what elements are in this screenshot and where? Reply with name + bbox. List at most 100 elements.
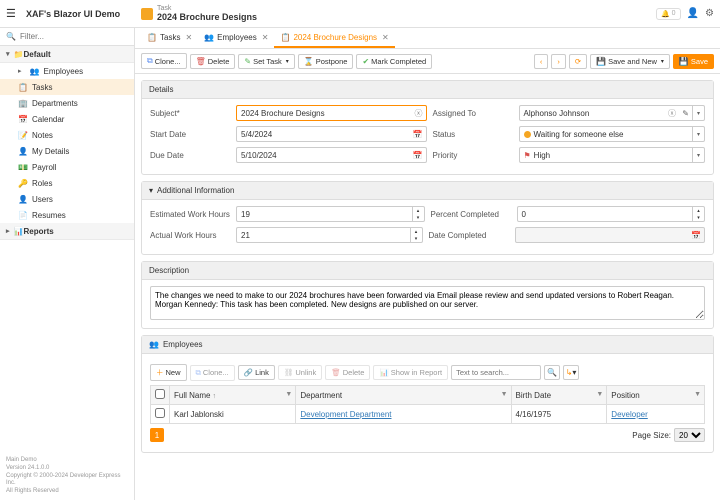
col-fullname[interactable]: Full Name↑▼ [170,386,296,405]
spinner[interactable]: ▴▾ [412,207,424,221]
act-hours-field[interactable]: 21▴▾ [236,227,423,243]
priority-field[interactable]: ⚑High▾ [519,147,706,163]
table-row[interactable]: Karl Jablonski Development Department 4/… [151,405,705,424]
pagesize-select[interactable]: 20 [674,428,705,442]
main-content: 📋Tasks✕ 👥Employees✕ 📋2024 Brochure Desig… [135,28,720,500]
employees-table: Full Name↑▼ Department▼ Birth Date▼ Posi… [150,385,705,424]
subject-field[interactable]: 2024 Brochure Designsⓧ [236,105,427,121]
description-textarea[interactable] [150,286,705,320]
filter-icon[interactable]: ▼ [285,391,292,398]
spinner[interactable]: ▴▾ [692,207,704,221]
edit-icon[interactable]: ✎ [679,109,692,118]
nav-item-tasks[interactable]: 📋Tasks [0,79,134,95]
startdate-field[interactable]: 5/4/2024📅 [236,126,427,142]
emp-export-button[interactable]: ↳▾ [563,365,579,380]
nav-item-mydetails[interactable]: 👤My Details [0,143,134,159]
action-toolbar: ⧉Clone... 🗑Delete ✎Set Task▾ ⌛Postpone ✔… [135,49,720,74]
select-all-checkbox[interactable] [155,389,165,399]
reports-icon: 📊 [14,226,24,236]
chevron-down-icon: ▾ [286,58,289,65]
calendar-icon[interactable]: 📅 [413,151,423,160]
close-icon[interactable]: ✕ [382,33,389,42]
notifications-button[interactable]: 🔔0 [656,8,681,20]
description-panel: Description [141,261,714,329]
close-icon[interactable]: ✕ [185,33,192,42]
filter-icon[interactable]: ▼ [501,391,508,398]
refresh-icon: ⟳ [575,57,581,66]
emp-search-input[interactable] [451,365,541,380]
tab-brochure[interactable]: 📋2024 Brochure Designs✕ [274,28,394,48]
filter-icon[interactable]: ▼ [694,391,701,398]
plus-icon: ＋ [156,367,164,378]
tasks-icon: 📋 [18,82,28,92]
emp-search-button[interactable]: 🔍 [544,365,560,380]
cell-dept-link[interactable]: Development Department [300,410,391,419]
filter-icon[interactable]: ▼ [596,391,603,398]
user-icon[interactable]: 👤 [687,8,699,19]
clone-button[interactable]: ⧉Clone... [141,53,187,69]
act-hours-label: Actual Work Hours [150,231,230,240]
pct-field[interactable]: 0▴▾ [517,206,706,222]
employees-icon: 👥 [30,66,40,76]
settask-button[interactable]: ✎Set Task▾ [238,54,294,69]
spinner[interactable]: ▴▾ [410,228,422,242]
page-1-button[interactable]: 1 [150,428,164,442]
nav-item-employees[interactable]: ▸👥Employees [0,63,134,79]
save-button[interactable]: 💾Save [673,54,714,69]
close-icon[interactable]: ✕ [262,33,269,42]
task-icon: 📋 [280,32,290,42]
dropdown-icon[interactable]: ▾ [692,106,704,120]
roles-icon: 🔑 [18,178,28,188]
notes-icon: 📝 [18,130,28,140]
chevron-right-icon: ▸ [18,67,22,75]
nav-item-roles[interactable]: 🔑Roles [0,175,134,191]
status-field[interactable]: Waiting for someone else▾ [519,126,706,142]
gear-icon[interactable]: ⚙ [705,8,714,19]
sort-asc-icon: ↑ [212,393,216,400]
calendar-icon[interactable]: 📅 [413,130,423,139]
nav-item-departments[interactable]: 🏢Departments [0,95,134,111]
spin-up-icon: ▴ [693,207,704,214]
dropdown-icon[interactable]: ▾ [692,148,704,162]
clear-icon[interactable]: ⓧ [668,108,676,119]
additional-header[interactable]: ▾Additional Information [142,182,713,200]
nav-section-default[interactable]: ▾📁Default [0,46,134,63]
col-position[interactable]: Position▼ [607,386,705,405]
emp-new-button[interactable]: ＋New [150,364,187,381]
refresh-button[interactable]: ⟳ [569,54,587,69]
tab-employees[interactable]: 👥Employees✕ [198,28,274,48]
prev-button[interactable]: ‹ [534,54,549,69]
emp-clone-button: ⧉Clone... [190,365,235,381]
nav-item-users[interactable]: 👤Users [0,191,134,207]
report-icon: 📊 [379,368,388,377]
nav-item-calendar[interactable]: 📅Calendar [0,111,134,127]
col-department[interactable]: Department▼ [296,386,511,405]
date-completed-label: Date Completed [429,231,509,240]
chevron-right-icon: › [557,57,560,66]
mark-completed-button[interactable]: ✔Mark Completed [356,54,432,69]
nav-item-resumes[interactable]: 📄Resumes [0,207,134,223]
dropdown-icon[interactable]: ▾ [692,127,704,141]
assigned-field[interactable]: Alphonso Johnsonⓧ✎▾ [519,105,706,121]
hamburger-icon[interactable]: ☰ [6,7,20,20]
emp-link-button[interactable]: 🔗Link [238,365,275,380]
nav-item-notes[interactable]: 📝Notes [0,127,134,143]
col-birthdate[interactable]: Birth Date▼ [511,386,607,405]
nav-item-payroll[interactable]: 💵Payroll [0,159,134,175]
delete-button[interactable]: 🗑Delete [190,54,236,69]
postpone-button[interactable]: ⌛Postpone [298,54,354,69]
spin-down-icon: ▾ [693,214,704,221]
app-header: ☰ XAF's Blazor UI Demo Task 2024 Brochur… [0,0,720,28]
cell-pos-link[interactable]: Developer [611,410,647,419]
est-hours-field[interactable]: 19▴▾ [236,206,425,222]
clear-icon[interactable]: ⓧ [415,108,423,119]
tab-tasks[interactable]: 📋Tasks✕ [141,28,198,48]
save-and-new-button[interactable]: 💾Save and New▾ [590,54,670,69]
nav-section-reports[interactable]: ▸📊Reports [0,223,134,240]
filter-input[interactable] [20,32,130,41]
emp-delete-button: 🗑Delete [325,365,370,380]
date-completed-field: 📅 [515,227,706,243]
duedate-field[interactable]: 5/10/2024📅 [236,147,427,163]
next-button[interactable]: › [551,54,566,69]
row-checkbox[interactable] [155,408,165,418]
